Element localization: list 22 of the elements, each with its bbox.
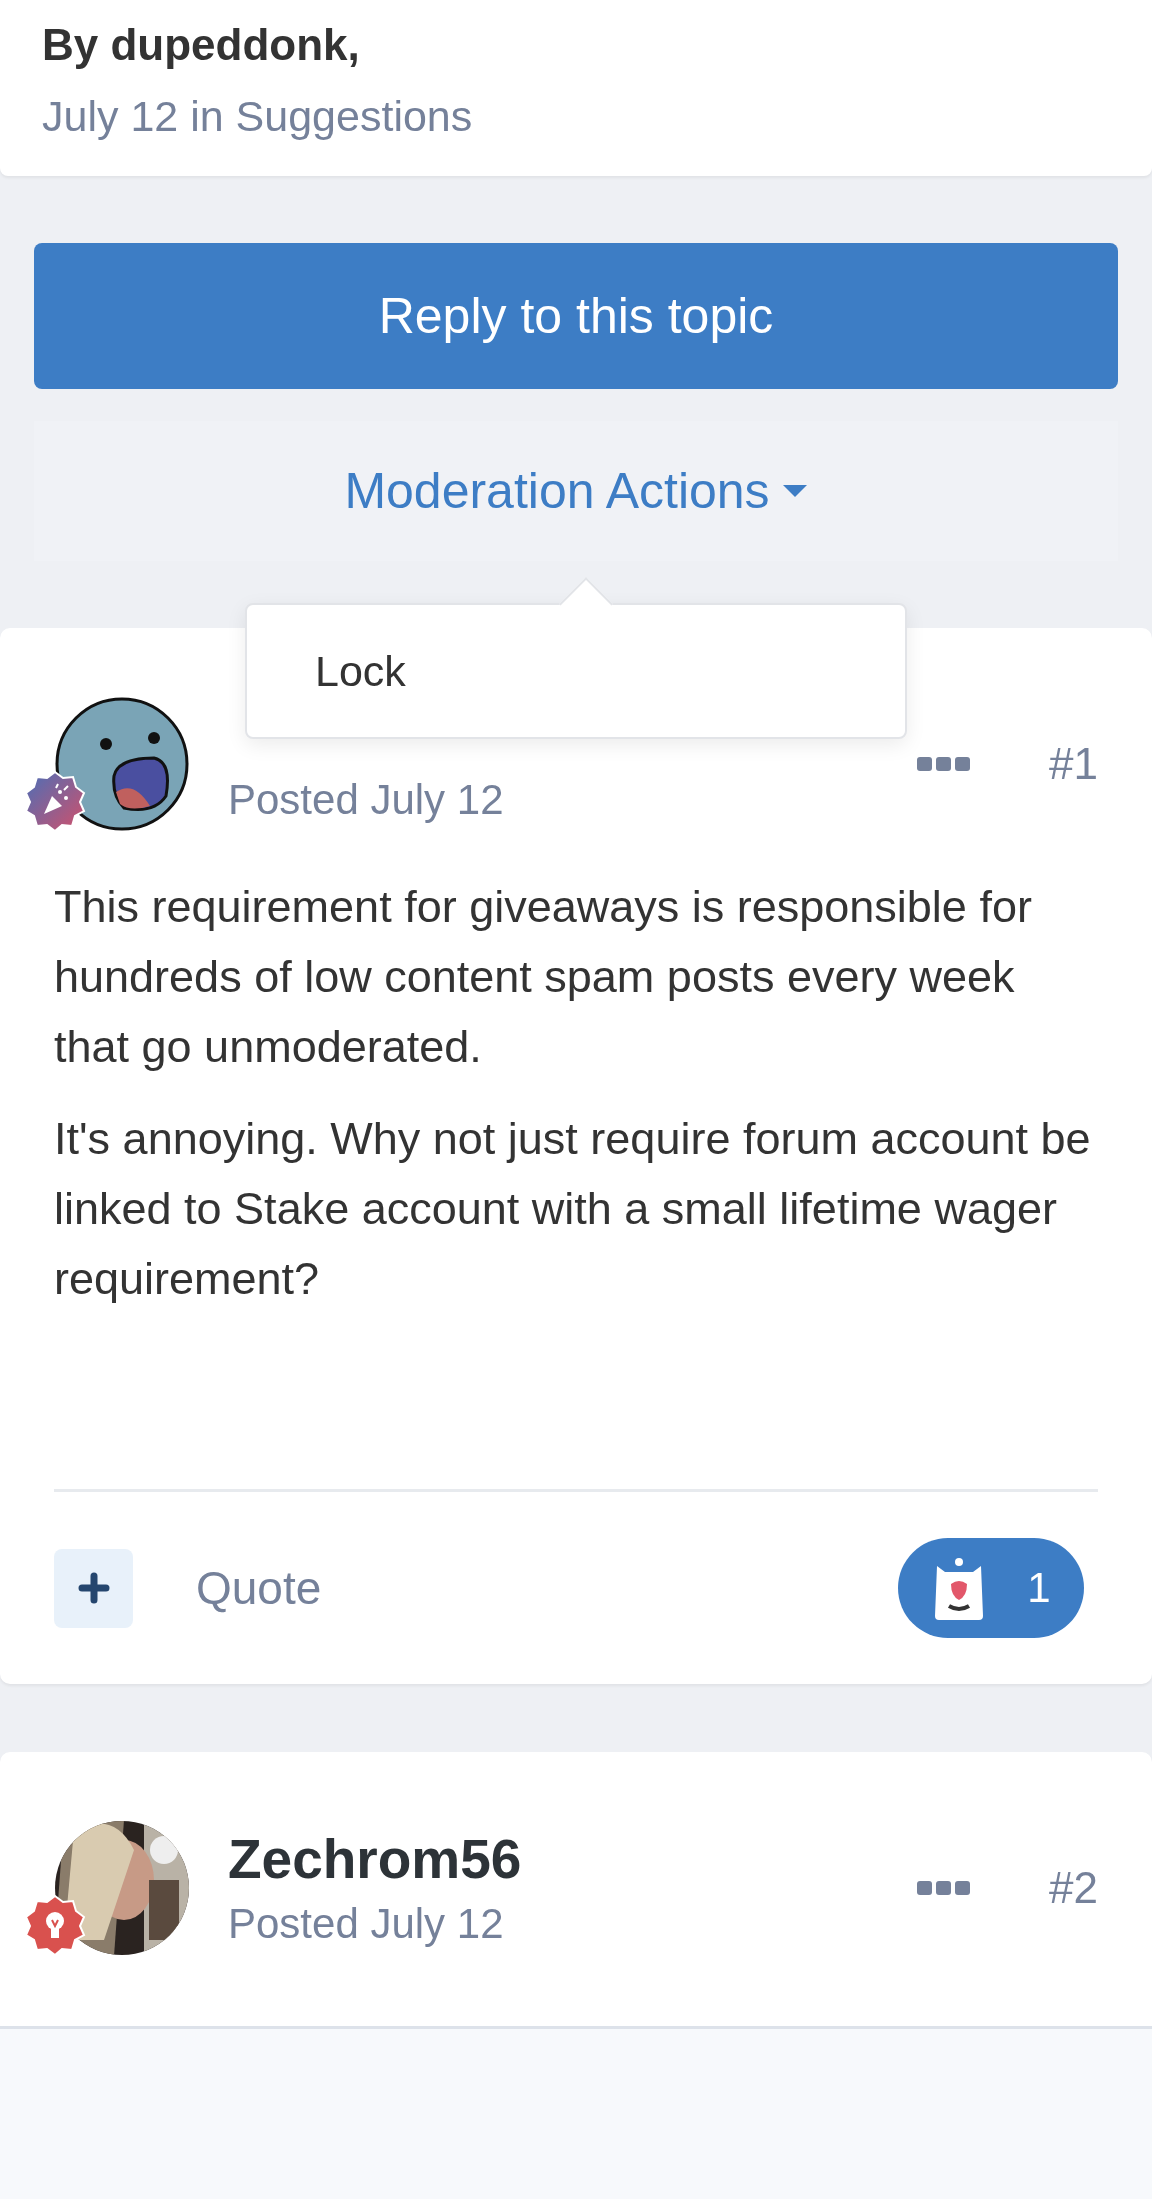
add-button[interactable]: [54, 1548, 133, 1628]
post-number[interactable]: #2: [1049, 1863, 1098, 1913]
post-date: Posted July 12: [228, 776, 505, 824]
reply-button[interactable]: Reply to this topic: [34, 243, 1118, 389]
post-paragraph: This requirement for giveaways is responsible for hundreds of low content spam posts every week that go unmoderated.: [54, 880, 1033, 1074]
avatar-icon: [54, 696, 190, 832]
moderation-actions-button[interactable]: Moderation Actions: [344, 462, 808, 520]
quote-link[interactable]: Quote: [196, 1561, 898, 1615]
party-badge-icon: [24, 770, 86, 832]
caret-icon: [781, 483, 808, 499]
post-number[interactable]: #1: [1049, 739, 1098, 789]
author-name[interactable]: Zechrom56: [228, 1828, 918, 1890]
topic-meta: July 12 in Suggestions: [42, 91, 474, 142]
more-options-icon[interactable]: [917, 756, 972, 772]
reaction-button[interactable]: 1: [898, 1538, 1084, 1638]
post-date: Posted July 12: [228, 1900, 505, 1948]
menu-item[interactable]: Lock: [315, 646, 406, 696]
post-paragraph: It's annoying. Why not just require forum account be linked to Stake account with a small lifetime wager requirement?: [54, 1112, 1092, 1306]
plus-icon: [77, 1572, 110, 1604]
more-options-icon[interactable]: [917, 1880, 972, 1896]
topic-author: By dupeddonk,: [42, 19, 361, 71]
lightbulb-badge-icon: [24, 1894, 86, 1956]
